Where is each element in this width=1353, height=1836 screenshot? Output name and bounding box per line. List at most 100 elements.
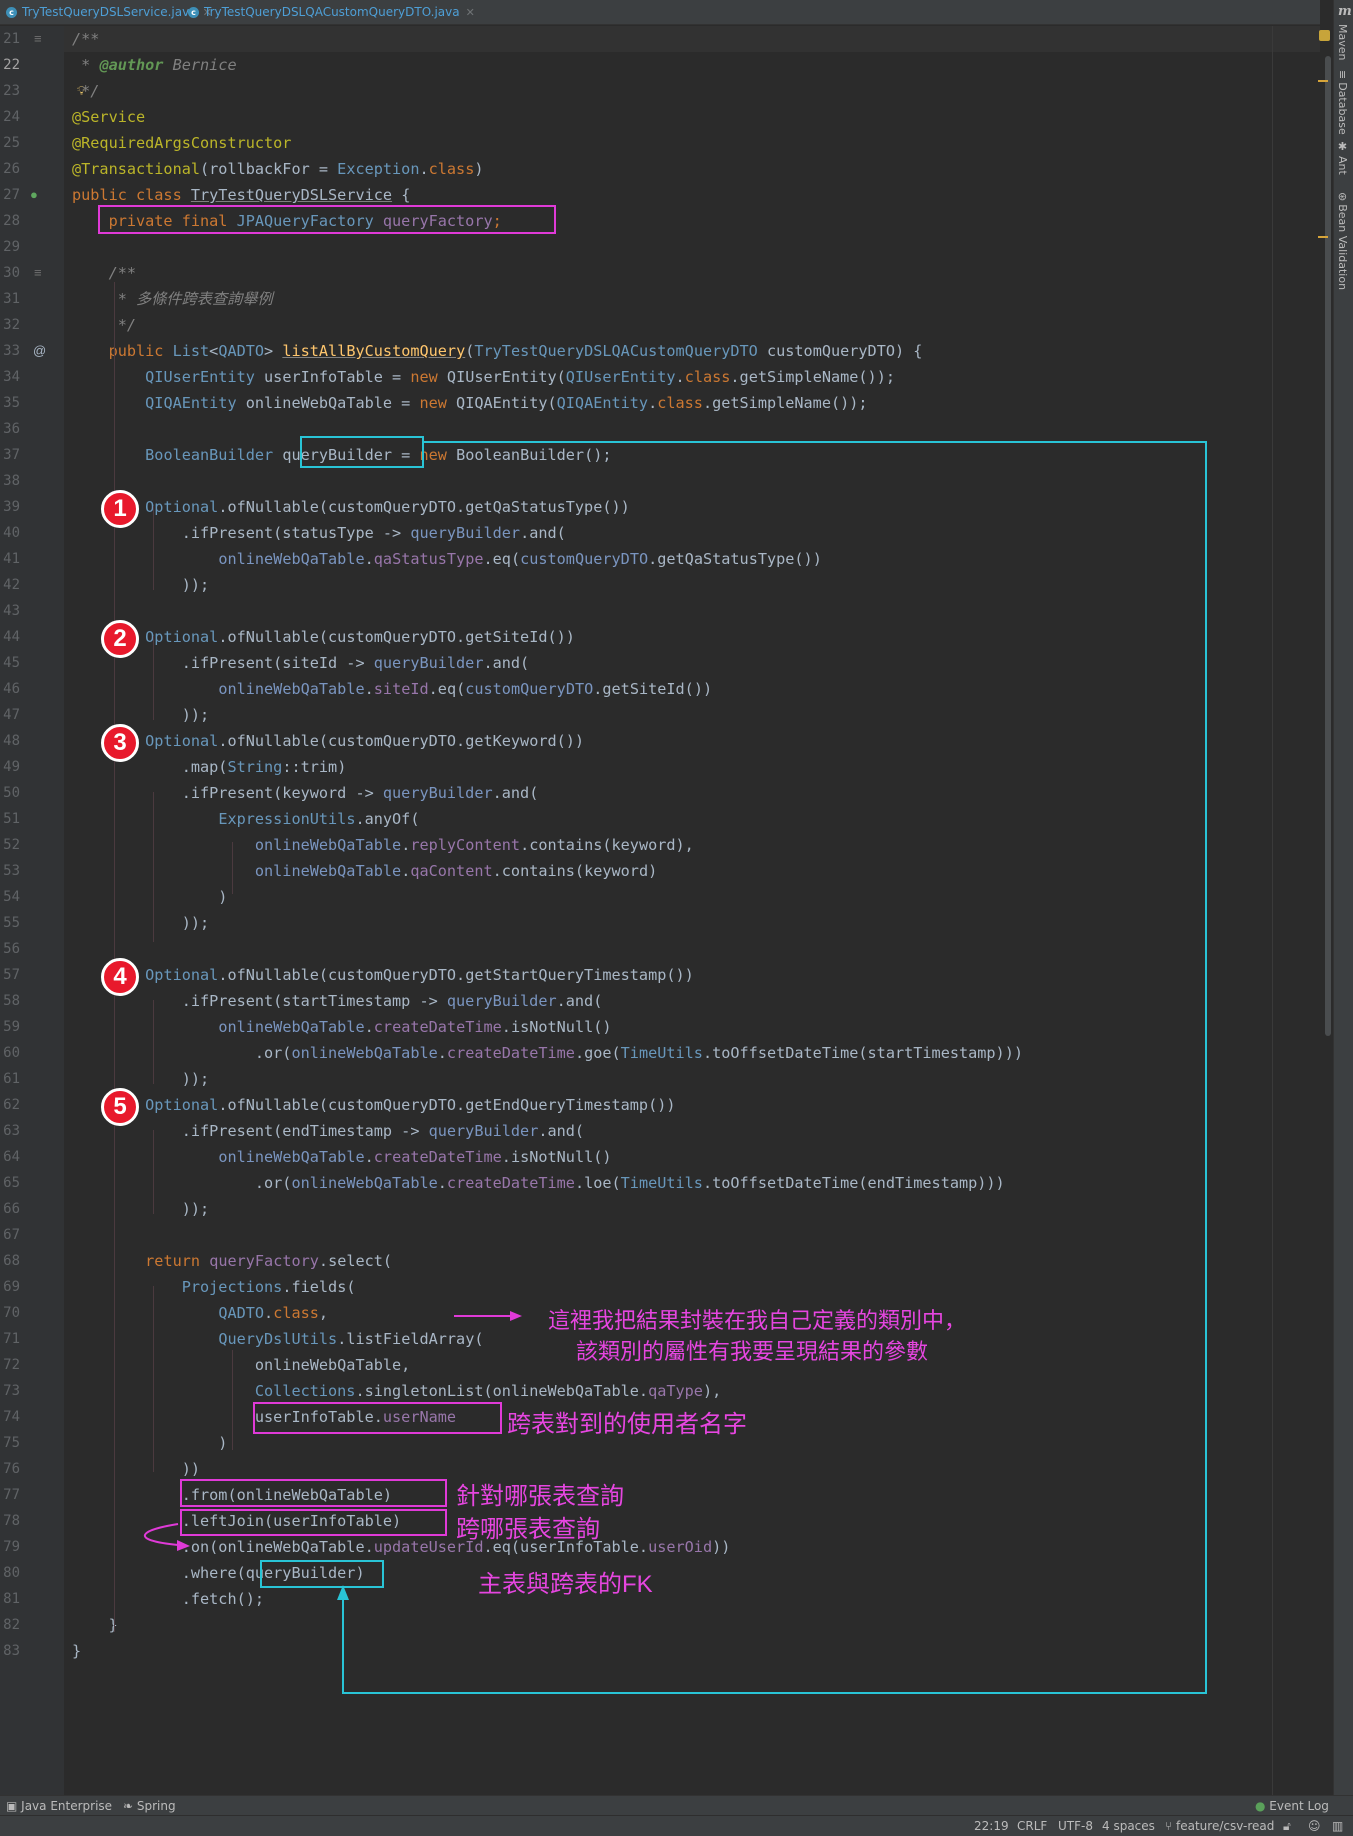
code-line-31[interactable]: * 多條件跨表查詢舉例 [72, 286, 273, 312]
editor-scrollbar[interactable] [1322, 26, 1332, 1791]
tab-customquerydto[interactable]: c TryTestQueryDSLQACustomQueryDTO.java ✕ [188, 0, 475, 24]
line-number: 78 [3, 1513, 20, 1529]
event-log-tool[interactable]: ● Event Log [1255, 1796, 1329, 1816]
code-line-40[interactable]: .ifPresent(statusType -> queryBuilder.an… [72, 520, 566, 546]
ant-icon: ✱ [1336, 140, 1349, 153]
code-line-52[interactable]: onlineWebQaTable.replyContent.contains(k… [72, 832, 694, 858]
status-bar: 22:19 CRLF UTF-8 4 spaces ⑂ feature/csv-… [0, 1815, 1353, 1836]
java-enterprise-tool[interactable]: ▣ Java Enterprise [6, 1796, 112, 1816]
code-token: .fetch(); [72, 1590, 265, 1608]
bean-validation-tool-button[interactable]: ⊛ Bean Validation [1336, 192, 1349, 290]
indent-setting[interactable]: 4 spaces [1102, 1816, 1155, 1836]
doc-render-icon[interactable]: ≡ [34, 260, 42, 286]
code-line-58[interactable]: .ifPresent(startTimestamp -> queryBuilde… [72, 988, 603, 1014]
code-line-44[interactable]: Optional.ofNullable(customQueryDTO.getSi… [72, 624, 575, 650]
warning-marker[interactable] [1318, 80, 1328, 82]
code-line-50[interactable]: .ifPresent(keyword -> queryBuilder.and( [72, 780, 539, 806]
code-line-48[interactable]: Optional.ofNullable(customQueryDTO.getKe… [72, 728, 584, 754]
code-token: onlineWebQaTable [218, 680, 365, 698]
code-token: .ofNullable(customQueryDTO.getStartQuery… [218, 966, 694, 984]
code-line-35[interactable]: QIQAEntity onlineWebQaTable = new QIQAEn… [72, 390, 867, 416]
line-separator[interactable]: CRLF [1017, 1816, 1047, 1836]
code-line-66[interactable]: )); [72, 1196, 209, 1222]
code-line-32[interactable]: */ [72, 312, 136, 338]
code-token: .and( [556, 992, 603, 1010]
memory-icon[interactable]: ▥ [1332, 1816, 1343, 1836]
code-line-61[interactable]: )); [72, 1066, 209, 1092]
doc-render-icon[interactable]: ≡ [34, 26, 42, 52]
code-line-79[interactable]: .on(onlineWebQaTable.updateUserId.eq(use… [72, 1534, 731, 1560]
code-token: .isNotNull() [501, 1018, 612, 1036]
code-token: .fields( [282, 1278, 356, 1296]
code-line-33[interactable]: public List<QADTO> listAllByCustomQuery(… [72, 338, 923, 364]
code-line-68[interactable]: return queryFactory.select( [72, 1248, 392, 1274]
tab-trytestquerydslservice[interactable]: c TryTestQueryDSLService.java ✕ [6, 0, 212, 24]
git-branch[interactable]: ⑂ feature/csv-read [1165, 1816, 1274, 1836]
line-number: 79 [3, 1539, 20, 1555]
code-line-41[interactable]: onlineWebQaTable.qaStatusType.eq(customQ… [72, 546, 822, 572]
code-line-47[interactable]: )); [72, 702, 209, 728]
code-token: Optional [145, 628, 219, 646]
maven-tool-button[interactable]: Maven [1336, 24, 1349, 60]
code-line-26[interactable]: @Transactional(rollbackFor = Exception.c… [72, 156, 484, 182]
code-token: queryFactory [209, 1252, 319, 1270]
code-token: )) [72, 1460, 201, 1478]
code-line-55[interactable]: )); [72, 910, 209, 936]
caret-position[interactable]: 22:19 [974, 1816, 1009, 1836]
code-line-70[interactable]: QADTO.class, [72, 1300, 328, 1326]
line-number: 60 [3, 1045, 20, 1061]
code-token: .eq( [428, 680, 466, 698]
code-line-39[interactable]: Optional.ofNullable(customQueryDTO.getQa… [72, 494, 630, 520]
code-line-83[interactable]: } [72, 1638, 81, 1664]
code-line-73[interactable]: Collections.singletonList(onlineWebQaTab… [72, 1378, 721, 1404]
code-line-81[interactable]: .fetch(); [72, 1586, 264, 1612]
inspector-icon[interactable]: ☺ [1308, 1816, 1321, 1836]
code-token: .loe( [574, 1174, 621, 1192]
code-line-34[interactable]: QIUserEntity userInfoTable = new QIUserE… [72, 364, 895, 390]
maven-icon: m [1338, 4, 1352, 19]
code-line-53[interactable]: onlineWebQaTable.qaContent.contains(keyw… [72, 858, 657, 884]
code-line-54[interactable]: ) [72, 884, 227, 910]
spring-bean-icon[interactable]: ● [30, 182, 38, 208]
lock-icon[interactable]: 🔓︎ [1283, 1816, 1291, 1836]
magenta-arrowhead [510, 1311, 522, 1321]
scrollbar-thumb[interactable] [1325, 56, 1331, 1036]
code-line-24[interactable]: @Service [72, 104, 145, 130]
line-number: 26 [3, 161, 20, 177]
code-line-65[interactable]: .or(onlineWebQaTable.createDateTime.loe(… [72, 1170, 1005, 1196]
code-line-23[interactable]: */ [72, 78, 99, 104]
code-line-75[interactable]: ) [72, 1430, 227, 1456]
code-line-57[interactable]: Optional.ofNullable(customQueryDTO.getSt… [72, 962, 694, 988]
code-line-82[interactable]: } [72, 1612, 118, 1638]
spring-tool[interactable]: ❧ Spring [123, 1796, 176, 1816]
code-line-60[interactable]: .or(onlineWebQaTable.createDateTime.goe(… [72, 1040, 1023, 1066]
code-line-45[interactable]: .ifPresent(siteId -> queryBuilder.and( [72, 650, 529, 676]
close-icon[interactable]: ✕ [466, 6, 475, 19]
code-line-51[interactable]: ExpressionUtils.anyOf( [72, 806, 419, 832]
code-line-63[interactable]: .ifPresent(endTimestamp -> queryBuilder.… [72, 1118, 584, 1144]
tab-label: TryTestQueryDSLService.java [22, 5, 197, 19]
ant-tool-button[interactable]: ✱ Ant [1336, 140, 1349, 175]
line-number: 62 [3, 1097, 20, 1113]
code-line-71[interactable]: QueryDslUtils.listFieldArray( [72, 1326, 483, 1352]
code-line-25[interactable]: @RequiredArgsConstructor [72, 130, 291, 156]
code-line-62[interactable]: Optional.ofNullable(customQueryDTO.getEn… [72, 1092, 675, 1118]
code-token: .contains(keyword), [520, 836, 694, 854]
code-line-46[interactable]: onlineWebQaTable.siteId.eq(customQueryDT… [72, 676, 712, 702]
file-encoding[interactable]: UTF-8 [1058, 1816, 1093, 1836]
inspection-warning-icon[interactable] [1319, 30, 1330, 41]
override-annotation-icon[interactable]: @ [33, 338, 46, 364]
line-number: 80 [3, 1565, 20, 1581]
code-token: .getSimpleName()); [730, 368, 895, 386]
code-token: qaType [648, 1382, 703, 1400]
code-line-72[interactable]: onlineWebQaTable, [72, 1352, 410, 1378]
code-line-21[interactable]: /** [72, 26, 99, 52]
code-line-30[interactable]: /** [72, 260, 136, 286]
code-line-22[interactable]: * @author Bernice [72, 52, 236, 78]
database-tool-button[interactable]: ≡ Database [1336, 70, 1349, 135]
code-line-42[interactable]: )); [72, 572, 209, 598]
note-username: 跨表對到的使用者名字 [507, 1411, 747, 1438]
warning-marker[interactable] [1318, 236, 1328, 238]
